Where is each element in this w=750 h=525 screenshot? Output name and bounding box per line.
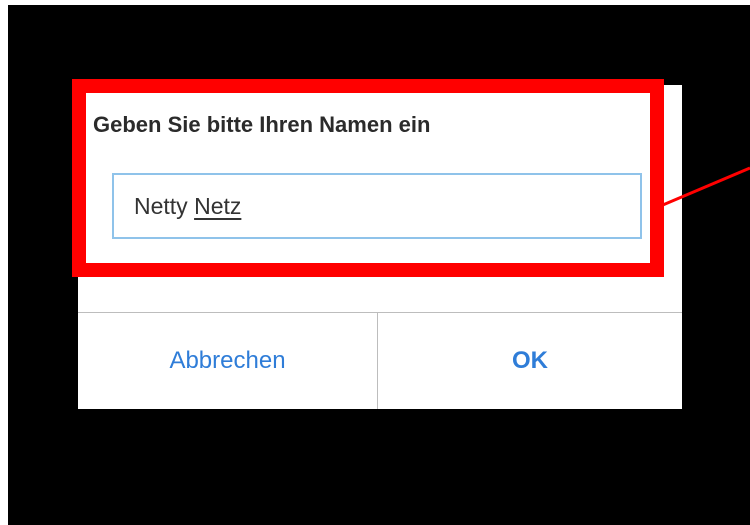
highlight-frame (72, 79, 664, 277)
cancel-button[interactable]: Abbrechen (78, 313, 377, 409)
ok-button[interactable]: OK (378, 313, 682, 409)
